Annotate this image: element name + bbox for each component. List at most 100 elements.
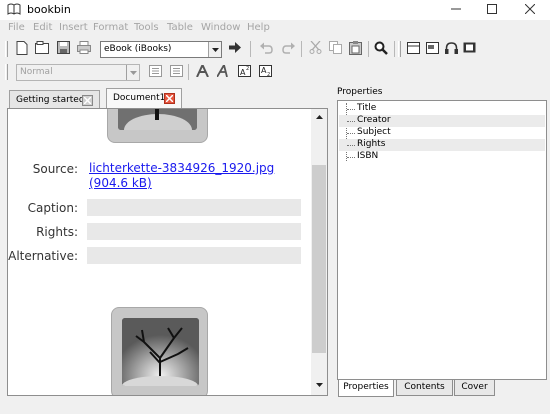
alternative-field[interactable] (87, 247, 301, 264)
menu-tools[interactable]: Tools (134, 22, 159, 33)
menu-insert[interactable]: Insert (59, 22, 88, 33)
subscript-icon: A2 (258, 64, 272, 80)
print-button[interactable] (76, 41, 92, 57)
close-tab-button[interactable] (164, 93, 175, 104)
tab-cover[interactable]: Cover (454, 380, 495, 396)
open-icon (35, 41, 49, 57)
paste-button[interactable] (347, 40, 363, 57)
tab-label: Getting started (16, 95, 85, 105)
save-button[interactable] (55, 41, 71, 57)
bullet-list-button[interactable] (147, 64, 163, 80)
toolbar-divider (188, 64, 189, 80)
copy-button[interactable] (327, 41, 343, 57)
caption-label: Caption: (27, 201, 78, 215)
property-creator[interactable]: Creator (339, 115, 545, 127)
alternative-label: Alternative: (8, 249, 78, 263)
source-link[interactable]: lichterkette-3834926_1920.jpg (904.6 kB) (89, 161, 303, 191)
toolbar-grip[interactable] (398, 41, 401, 57)
tab-document1[interactable]: Document1 (106, 88, 182, 110)
property-rights[interactable]: Rights (339, 139, 545, 151)
menu-bar: File Edit Insert Format Tools Table Wind… (0, 20, 550, 36)
export-arrow-icon (229, 42, 241, 56)
image-thumbnail-bottom[interactable] (111, 307, 208, 395)
property-subject[interactable]: Subject (339, 127, 545, 139)
title-bar: bookbin (0, 0, 550, 20)
preview-button[interactable] (424, 41, 440, 57)
output-format-select[interactable]: eBook (iBooks) (100, 41, 222, 58)
font-button[interactable] (194, 62, 210, 80)
menu-edit[interactable]: Edit (33, 22, 52, 33)
minimize-button[interactable] (438, 0, 474, 20)
paragraph-style-value: Normal (20, 67, 53, 77)
toolbar-grip[interactable] (5, 41, 8, 57)
property-isbn[interactable]: ISBN (339, 151, 545, 163)
video-button[interactable] (461, 41, 477, 57)
maximize-button[interactable] (474, 0, 510, 20)
scrollbar-thumb[interactable] (312, 165, 326, 353)
close-tab-button[interactable] (82, 95, 93, 106)
book-app-icon (7, 3, 21, 15)
tree-connector (347, 121, 355, 122)
minimize-icon (451, 4, 461, 17)
copy-icon (328, 41, 342, 57)
property-label: Subject (357, 127, 391, 137)
property-label: Rights (357, 139, 386, 149)
tree-connector (347, 145, 355, 146)
document-editor[interactable]: Source: lichterkette-3834926_1920.jpg (9… (8, 109, 311, 395)
undo-button[interactable] (258, 41, 274, 57)
find-button[interactable] (373, 41, 389, 57)
redo-icon (281, 42, 295, 57)
tree-connector (347, 157, 355, 158)
find-icon (374, 41, 388, 58)
redo-button[interactable] (280, 41, 296, 57)
properties-tree: Title Creator Subject Rights ISBN (337, 100, 547, 380)
document-scrollbar[interactable] (311, 109, 327, 395)
svg-text:2: 2 (267, 72, 270, 77)
menu-table[interactable]: Table (167, 22, 193, 33)
menu-help[interactable]: Help (247, 22, 270, 33)
close-icon (524, 3, 536, 17)
tab-getting-started[interactable]: Getting started (9, 90, 100, 110)
scroll-down-button[interactable] (311, 377, 327, 393)
superscript-button[interactable]: A2 (236, 64, 252, 80)
bullet-list-icon (148, 64, 162, 80)
menu-format[interactable]: Format (93, 22, 128, 33)
close-button[interactable] (512, 0, 548, 20)
italic-button[interactable] (215, 62, 231, 80)
tab-label: Document1 (113, 93, 166, 103)
video-icon (463, 42, 476, 56)
tab-contents[interactable]: Contents (396, 380, 453, 396)
chevron-down-icon (315, 383, 323, 387)
paragraph-style-select[interactable]: Normal (16, 64, 140, 81)
output-format-value: eBook (iBooks) (104, 44, 172, 54)
cut-button[interactable] (307, 40, 323, 57)
new-document-button[interactable] (14, 40, 30, 58)
tree-image (122, 318, 199, 386)
new-document-icon (16, 40, 28, 58)
tab-properties[interactable]: Properties (338, 380, 394, 397)
save-icon (56, 41, 70, 57)
source-label: Source: (32, 162, 78, 176)
subscript-button[interactable]: A2 (257, 64, 273, 80)
rights-field[interactable] (87, 223, 301, 240)
audio-button[interactable] (443, 41, 459, 57)
export-button[interactable] (227, 41, 243, 57)
italic-a-icon (215, 62, 230, 80)
caption-field[interactable] (87, 199, 301, 216)
menu-window[interactable]: Window (201, 22, 240, 33)
numbered-list-button[interactable] (168, 64, 184, 80)
image-thumbnail-top[interactable] (107, 109, 208, 143)
layout-button[interactable] (405, 41, 421, 57)
close-icon (84, 97, 91, 104)
format-toolbar: Normal A2 A2 (0, 62, 550, 84)
cut-icon (309, 40, 322, 57)
menu-file[interactable]: File (8, 22, 25, 33)
toolbar-grip[interactable] (5, 64, 8, 80)
window-title: bookbin (27, 3, 71, 16)
scroll-up-button[interactable] (311, 109, 327, 125)
toolbar-divider (301, 41, 302, 57)
close-icon (166, 95, 173, 102)
property-title[interactable]: Title (339, 103, 545, 115)
open-button[interactable] (34, 41, 50, 57)
tree-connector (347, 109, 355, 110)
